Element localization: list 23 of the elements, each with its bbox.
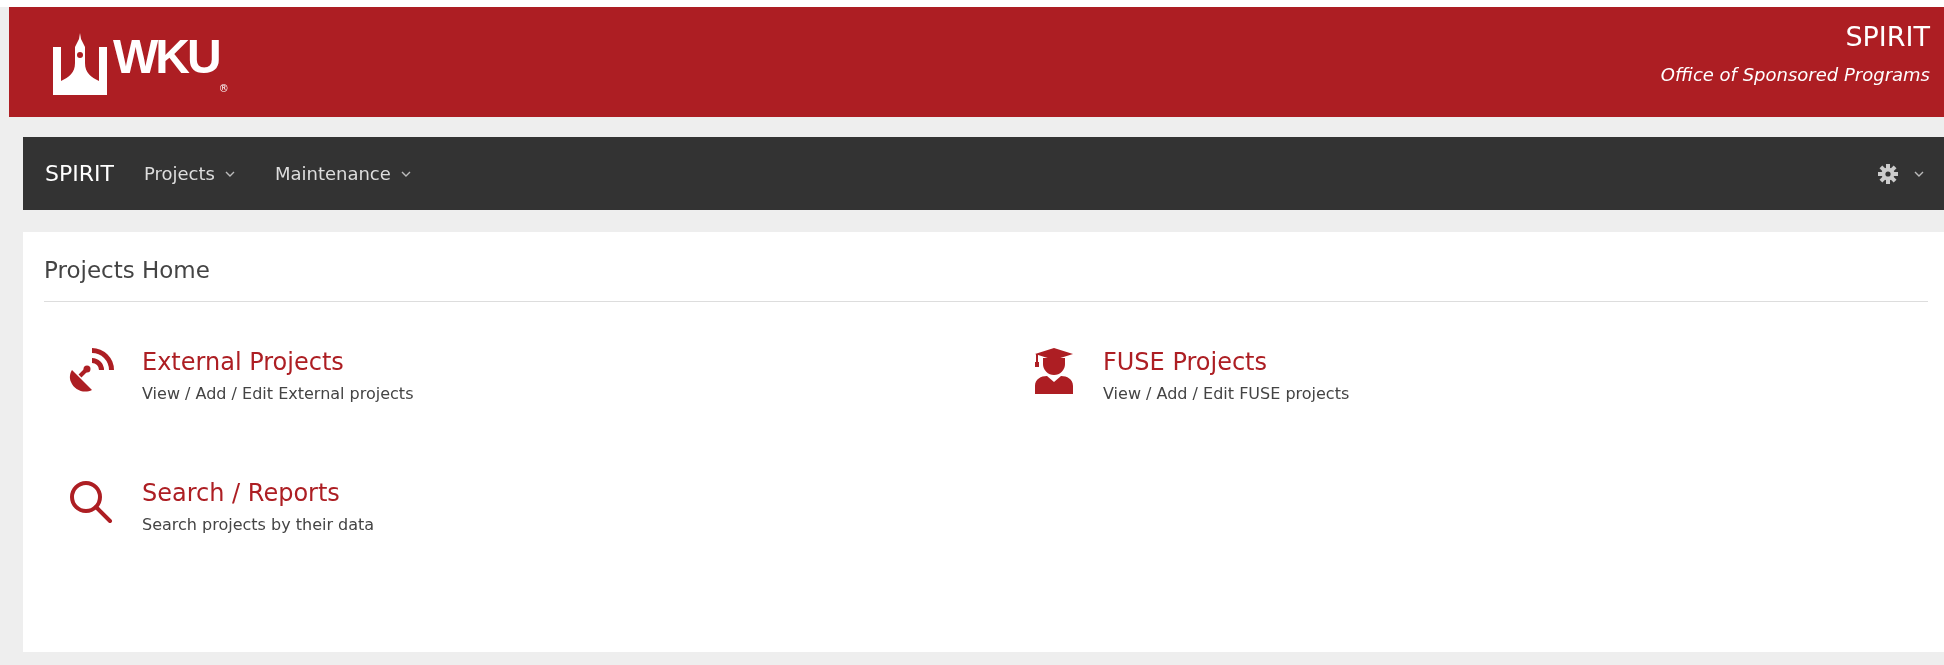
section-link[interactable]: External Projects (142, 348, 344, 376)
section-description: View / Add / Edit External projects (142, 384, 414, 403)
page-title: Projects Home (44, 256, 211, 285)
office-subtitle: Office of Sponsored Programs (1660, 64, 1930, 85)
chevron-down-icon (1914, 170, 1924, 177)
nav-menu[interactable]: Maintenance (274, 163, 411, 184)
section-link[interactable]: FUSE Projects (1103, 348, 1267, 376)
settings-menu[interactable] (1878, 163, 1924, 184)
logo-text: WKU (113, 33, 219, 81)
tower-logo-icon (53, 33, 107, 95)
chevron-down-icon (400, 170, 411, 177)
satellite-dish-icon (68, 348, 114, 394)
brand-link[interactable]: SPIRIT (45, 161, 114, 186)
search-icon (68, 479, 114, 525)
registered-mark: ® (218, 83, 229, 94)
app-title: SPIRIT (1844, 21, 1930, 52)
chevron-down-icon (224, 170, 235, 177)
section-link[interactable]: Search / Reports (142, 479, 340, 507)
section-description: Search projects by their data (142, 515, 375, 534)
nav-menu[interactable]: Projects (143, 163, 235, 184)
section-description: View / Add / Edit FUSE projects (1103, 384, 1350, 403)
settings-icon (1878, 163, 1898, 184)
graduate-icon (1033, 348, 1075, 394)
